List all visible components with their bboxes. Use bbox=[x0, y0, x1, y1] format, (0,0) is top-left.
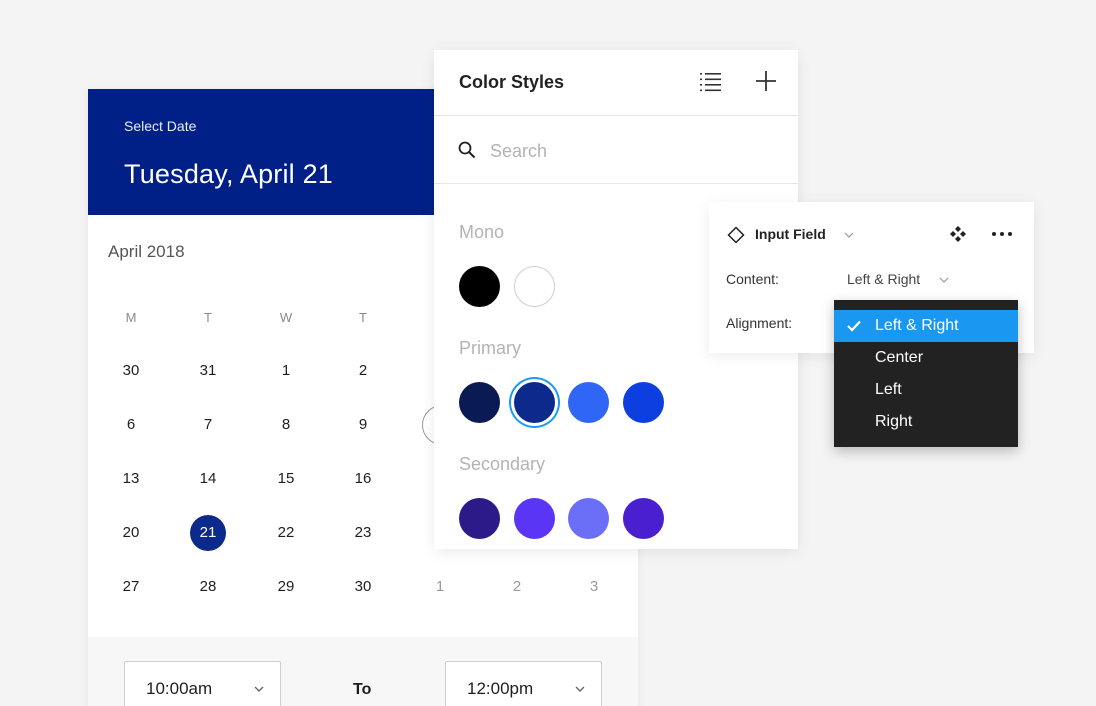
menu-item-label: Center bbox=[875, 349, 924, 366]
calendar-day[interactable]: 8 bbox=[266, 405, 306, 445]
calendar-day[interactable]: 30 bbox=[111, 351, 151, 391]
search-bar bbox=[434, 117, 798, 184]
weekday-label: W bbox=[279, 310, 293, 325]
color-swatch[interactable] bbox=[514, 498, 555, 539]
alignment-label: Alignment: bbox=[726, 315, 793, 331]
menu-item-label: Right bbox=[875, 413, 913, 430]
time-range-footer: 10:00am To 12:00pm bbox=[88, 637, 638, 706]
selected-date-text: Tuesday, April 21 bbox=[124, 159, 334, 189]
component-icon[interactable] bbox=[949, 225, 967, 243]
color-styles-header: Color Styles bbox=[434, 50, 798, 116]
color-swatch[interactable] bbox=[623, 382, 664, 423]
color-swatch[interactable] bbox=[568, 382, 609, 423]
search-input[interactable] bbox=[490, 137, 770, 165]
color-swatch[interactable] bbox=[568, 498, 609, 539]
end-time-select[interactable]: 12:00pm bbox=[445, 661, 602, 706]
calendar-day[interactable]: 16 bbox=[343, 459, 383, 499]
weekday-label: T bbox=[359, 310, 367, 325]
calendar-day-next-month[interactable]: 3 bbox=[574, 567, 614, 607]
weekday-label: M bbox=[125, 310, 137, 325]
calendar-day[interactable]: 30 bbox=[343, 567, 383, 607]
diamond-icon bbox=[727, 226, 745, 244]
calendar-day-selected[interactable]: 21 bbox=[190, 515, 226, 551]
panel-title: Color Styles bbox=[459, 72, 565, 92]
plus-icon[interactable] bbox=[754, 69, 778, 93]
calendar-day-next-month[interactable]: 1 bbox=[420, 567, 460, 607]
component-name[interactable]: Input Field bbox=[755, 226, 826, 242]
group-label-primary: Primary bbox=[459, 338, 521, 358]
to-label: To bbox=[353, 681, 372, 698]
group-label-secondary: Secondary bbox=[459, 454, 546, 474]
checkmark-icon bbox=[847, 320, 861, 332]
alignment-dropdown-menu: Left & Right Center Left Right bbox=[834, 300, 1018, 447]
calendar-day-next-month[interactable]: 2 bbox=[497, 567, 537, 607]
menu-item-left[interactable]: Left bbox=[834, 374, 1018, 406]
calendar-day[interactable]: 27 bbox=[111, 567, 151, 607]
color-swatch[interactable] bbox=[623, 498, 664, 539]
calendar-day[interactable]: 13 bbox=[111, 459, 151, 499]
calendar-day[interactable]: 7 bbox=[188, 405, 228, 445]
calendar-day[interactable]: 2 bbox=[343, 351, 383, 391]
chevron-down-icon bbox=[254, 686, 264, 692]
calendar-day[interactable]: 20 bbox=[111, 513, 151, 553]
color-swatch[interactable] bbox=[459, 498, 500, 539]
start-time-value: 10:00am bbox=[146, 679, 213, 698]
more-icon[interactable] bbox=[990, 225, 1014, 243]
calendar-day[interactable]: 9 bbox=[343, 405, 383, 445]
color-swatch[interactable] bbox=[459, 382, 500, 423]
color-swatch-selected[interactable] bbox=[514, 382, 555, 423]
chevron-down-icon[interactable] bbox=[939, 275, 949, 285]
end-time-value: 12:00pm bbox=[467, 679, 534, 698]
menu-item-right[interactable]: Right bbox=[834, 406, 1018, 438]
group-label-mono: Mono bbox=[459, 222, 505, 242]
weekday-label: T bbox=[204, 310, 212, 325]
calendar-day[interactable]: 28 bbox=[188, 567, 228, 607]
calendar-day[interactable]: 31 bbox=[188, 351, 228, 391]
search-icon bbox=[458, 141, 476, 159]
calendar-day[interactable]: 6 bbox=[111, 405, 151, 445]
menu-item-left-right[interactable]: Left & Right bbox=[834, 310, 1018, 342]
calendar-day[interactable]: 14 bbox=[188, 459, 228, 499]
calendar-day[interactable]: 15 bbox=[266, 459, 306, 499]
menu-item-label: Left & Right bbox=[875, 317, 959, 334]
calendar-day[interactable]: 23 bbox=[343, 513, 383, 553]
calendar-day[interactable]: 1 bbox=[266, 351, 306, 391]
color-swatch[interactable] bbox=[514, 266, 555, 307]
menu-item-center[interactable]: Center bbox=[834, 342, 1018, 374]
month-label: April 2018 bbox=[108, 242, 185, 261]
chevron-down-icon[interactable] bbox=[844, 230, 854, 240]
date-picker-label: Select Date bbox=[124, 118, 197, 134]
content-select[interactable]: Left & Right bbox=[847, 271, 920, 287]
list-icon[interactable] bbox=[699, 69, 723, 93]
content-label: Content: bbox=[726, 271, 779, 287]
start-time-select[interactable]: 10:00am bbox=[124, 661, 281, 706]
calendar-day[interactable]: 22 bbox=[266, 513, 306, 553]
color-swatch[interactable] bbox=[459, 266, 500, 307]
chevron-down-icon bbox=[575, 686, 585, 692]
menu-item-label: Left bbox=[875, 381, 902, 398]
calendar-day[interactable]: 29 bbox=[266, 567, 306, 607]
